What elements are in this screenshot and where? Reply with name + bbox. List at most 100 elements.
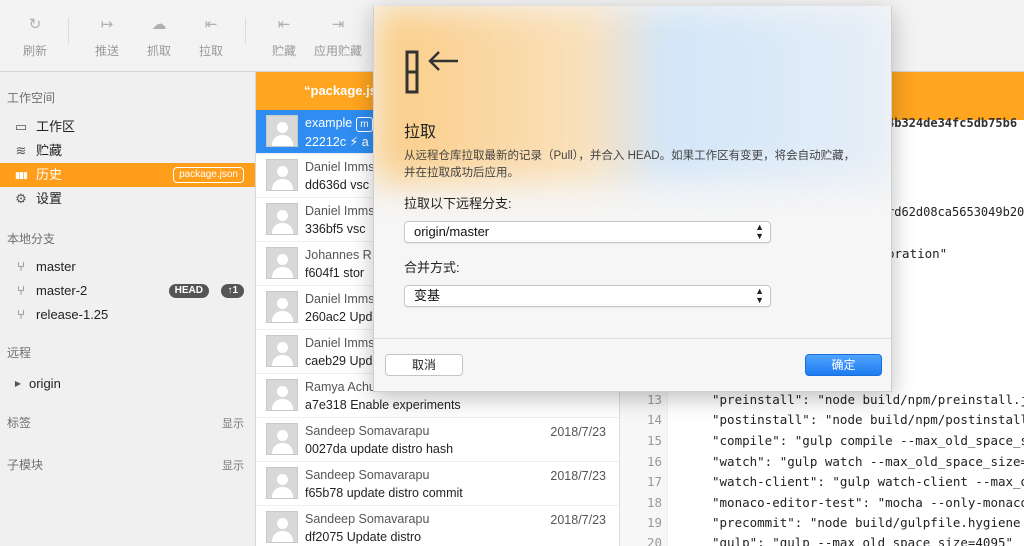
commit-message: Enable experiments — [350, 398, 461, 412]
commit-message: update distro hash — [350, 442, 454, 456]
commit-message: Upd — [349, 310, 373, 324]
push-button[interactable]: ↦ 推送 — [81, 14, 133, 64]
refresh-icon: ↻ — [28, 16, 42, 33]
branch-label: master — [36, 259, 76, 274]
branch-label: release-1.25 — [36, 307, 109, 322]
line-number: 15 — [646, 433, 662, 448]
dialog-description: 从远程仓库拉取最新的记录（Pull），并合入 HEAD。如果工作区有变更，将会自… — [404, 150, 856, 179]
ahead-badge: ↑1 — [221, 284, 244, 298]
fetch-button[interactable]: ☁ 抓取 — [133, 14, 185, 64]
commit-author: Sandeep Somavarapu — [305, 512, 430, 526]
ref-tag: m — [356, 117, 373, 132]
toolbar-divider — [245, 18, 246, 44]
refresh-button[interactable]: ↻ 刷新 — [9, 14, 61, 64]
commit-row[interactable]: Sandeep Somavarapu 2018/7/23 0027da upda… — [256, 418, 619, 462]
submodules-section-title: 子模块 — [7, 458, 44, 472]
branch-item[interactable]: ⑂ master — [0, 255, 255, 279]
commit-hash: 260ac2 — [305, 310, 347, 324]
commit-author: Daniel Imms — [305, 336, 375, 350]
avatar — [266, 379, 298, 411]
apply-stash-icon: ⇥ — [331, 16, 345, 33]
pull-button[interactable]: ⇤ 拉取 — [185, 14, 237, 64]
folder-icon: ▭ — [14, 119, 28, 134]
avatar — [266, 159, 298, 191]
merge-mode-select[interactable]: 变基 ▲ ▼ — [404, 285, 771, 307]
history-icon: ▮▮▮ — [15, 170, 28, 180]
commit-author: Daniel Imms — [305, 292, 375, 306]
commit-message: vsc — [346, 222, 366, 236]
head-badge: HEAD — [168, 284, 209, 298]
remote-branch-select[interactable]: origin/master ▲ ▼ — [404, 221, 771, 243]
commit-message: Update distro — [346, 530, 422, 544]
code-line: "postinstall": "node build/npm/postinsta… — [712, 412, 1024, 427]
commit-hash: dd636d — [305, 178, 347, 192]
commit-date: 2018/7/23 — [550, 425, 606, 439]
workspace-section-title: 工作空间 — [7, 91, 56, 105]
fetch-cloud-icon: ☁ — [151, 16, 167, 33]
sidebar-item-history[interactable]: ▮▮▮ 历史 package.json — [0, 163, 255, 187]
avatar — [266, 511, 298, 543]
commit-author: Daniel Imms — [305, 160, 375, 174]
remote-branch-value: origin/master — [414, 224, 490, 239]
commit-hash: f65b78 — [305, 486, 344, 500]
commit-message: stor — [343, 266, 365, 280]
branch-item[interactable]: ⑂ master-2 HEAD ↑1 — [0, 279, 255, 303]
commit-hash: 0027da — [305, 442, 347, 456]
push-icon: ↦ — [100, 16, 114, 33]
commit-message: ⚡ a — [349, 135, 369, 149]
toolbar-divider — [68, 18, 69, 44]
branch-icon: ⑂ — [17, 307, 25, 322]
branch-icon: ⑂ — [17, 283, 25, 298]
sidebar: 工作空间 ▭ 工作区 ≋ 贮藏 ▮▮▮ 历史 package.json ⚙ 设置… — [0, 72, 256, 546]
commit-author: Johannes R — [305, 248, 372, 262]
remote-branch-label: 拉取以下远程分支: — [404, 196, 512, 211]
commit-hash: 336bf5 — [305, 222, 344, 236]
avatar — [266, 423, 298, 455]
tags-show-toggle[interactable]: 显示 — [222, 415, 244, 431]
dialog-title: 拉取 — [404, 124, 437, 141]
pull-dialog: 拉取 从远程仓库拉取最新的记录（Pull），并合入 HEAD。如果工作区有变更，… — [373, 6, 892, 392]
code-line: "preinstall": "node build/npm/preinstall… — [712, 392, 1024, 407]
sidebar-item-settings[interactable]: ⚙ 设置 — [0, 187, 255, 211]
commit-hash: a7e318 — [305, 398, 347, 412]
avatar — [266, 203, 298, 235]
code-line: "precommit": "node build/gulpfile.hygien… — [712, 515, 1021, 530]
code-line: "watch-client": "gulp watch-client --max… — [712, 474, 1024, 489]
sidebar-item-label: 历史 — [36, 167, 63, 182]
remote-label: origin — [29, 376, 61, 391]
tags-section-title: 标签 — [7, 416, 32, 430]
commit-message: vsc — [350, 178, 369, 192]
sidebar-item-workspace[interactable]: ▭ 工作区 — [0, 115, 255, 139]
branch-item[interactable]: ⑂ release-1.25 — [0, 303, 255, 327]
avatar — [266, 467, 298, 499]
dialog-divider — [374, 338, 891, 339]
commit-author: Ramya Achu — [305, 380, 376, 394]
commit-hash: df2075 — [305, 530, 344, 544]
disclosure-triangle-icon[interactable]: ▶ — [13, 372, 23, 396]
remote-item-origin[interactable]: ▶ origin — [0, 372, 255, 396]
sidebar-item-stash[interactable]: ≋ 贮藏 — [0, 139, 255, 163]
commit-date: 2018/7/23 — [550, 469, 606, 483]
local-branches-title: 本地分支 — [7, 232, 56, 246]
cancel-button[interactable]: 取消 — [385, 354, 463, 376]
file-filter-badge[interactable]: package.json — [173, 167, 244, 183]
fetch-label: 抓取 — [146, 44, 171, 58]
submodules-show-toggle[interactable]: 显示 — [222, 457, 244, 473]
commit-message: Upd — [349, 354, 373, 368]
code-line: "compile": "gulp compile --max_old_space… — [712, 433, 1024, 448]
commit-hash: f604f1 — [305, 266, 340, 280]
commit-full-hash: 4b324de34fc5db75b6 — [887, 116, 1018, 130]
commit-author: Daniel Imms — [305, 204, 375, 218]
stash-label: 贮藏 — [271, 44, 296, 58]
commit-row[interactable]: Sandeep Somavarapu 2018/7/23 f65b78 upda… — [256, 462, 619, 506]
branch-label: master-2 — [36, 283, 88, 298]
merge-mode-value: 变基 — [414, 288, 441, 303]
stack-icon: ≋ — [15, 143, 27, 158]
pull-icon: ⇤ — [204, 16, 218, 33]
commit-row[interactable]: Sandeep Somavarapu 2018/7/23 df2075 Upda… — [256, 506, 619, 546]
apply-stash-button[interactable]: ⇥ 应用贮藏 — [310, 14, 366, 64]
avatar — [266, 291, 298, 323]
pull-icon — [404, 44, 460, 98]
confirm-button[interactable]: 确定 — [805, 354, 882, 376]
stash-button[interactable]: ⇤ 贮藏 — [258, 14, 310, 64]
